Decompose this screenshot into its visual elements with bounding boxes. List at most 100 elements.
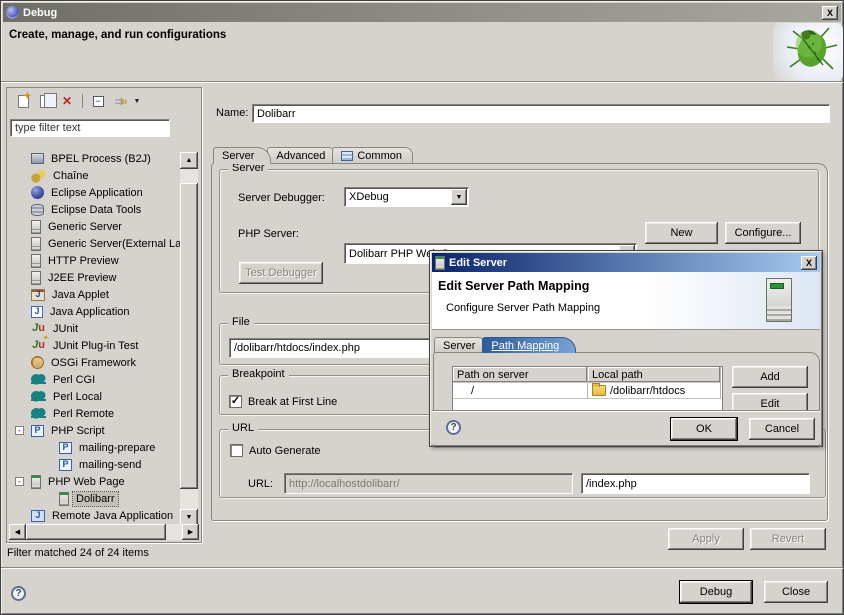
url-path-input[interactable]: /index.php: [581, 473, 810, 494]
tree-item-j2ee-preview[interactable]: J2EE Preview: [8, 269, 180, 286]
tree-item-label: Perl Remote: [50, 407, 117, 421]
edit-server-subheading: Configure Server Path Mapping: [446, 302, 600, 314]
chevron-down-icon[interactable]: ▼: [451, 189, 467, 205]
php-web-page-icon: [59, 492, 69, 506]
delete-configuration-icon[interactable]: ✕: [57, 92, 77, 110]
tree-item-junit[interactable]: JuJUnit: [8, 320, 180, 337]
tree-item-remote-java-application[interactable]: JRemote Java Application: [8, 507, 180, 524]
tree-horizontal-scrollbar[interactable]: ◀ ▶: [9, 524, 199, 540]
tree-item-label: Dolibarr: [73, 492, 118, 506]
php-file-icon: P: [59, 459, 72, 471]
tree-item-eclipse-application[interactable]: Eclipse Application: [8, 184, 180, 201]
server-debugger-label: Server Debugger:: [238, 192, 325, 204]
edit-server-tabs: Server Path Mapping: [434, 335, 572, 353]
url-base-input[interactable]: http://localhostdolibarr/: [284, 473, 573, 494]
tree-item-osgi-framework[interactable]: OSGi Framework: [8, 354, 180, 371]
tree-item-http-preview[interactable]: HTTP Preview: [8, 252, 180, 269]
sidebar-toolbar: ✦ ✕ − ⇉» ▼: [9, 90, 199, 112]
eclipse-application-icon: [31, 186, 44, 199]
edit-server-titlebar[interactable]: Edit Server X: [432, 253, 820, 272]
column-header-path-on-server[interactable]: Path on server: [453, 367, 588, 383]
tree-item-label: OSGi Framework: [48, 356, 139, 370]
tree-item-mailing-send[interactable]: Pmailing-send: [8, 456, 180, 473]
tree-item-cha-ne[interactable]: Chaîne: [8, 167, 180, 184]
tree-item-eclipse-data-tools[interactable]: Eclipse Data Tools: [8, 201, 180, 218]
new-configuration-icon[interactable]: ✦: [13, 92, 33, 110]
mapping-row[interactable]: //dolibarr/htdocs: [453, 383, 722, 399]
bpel-process-icon: [31, 153, 44, 164]
tree-item-perl-remote[interactable]: Perl Remote: [8, 405, 180, 422]
toolbar-menu-chevron-icon[interactable]: ▼: [132, 92, 142, 110]
tree-item-generic-server[interactable]: Generic Server: [8, 218, 180, 235]
tree-item-dolibarr[interactable]: Dolibarr: [8, 490, 180, 507]
auto-generate-checkbox[interactable]: [230, 444, 243, 457]
add-mapping-button[interactable]: Add: [732, 366, 808, 388]
debug-button[interactable]: Debug: [680, 581, 752, 603]
php-web-page-icon: [31, 475, 41, 489]
server-debugger-select[interactable]: XDebug ▼: [344, 187, 469, 207]
tree-item-generic-server-external-la[interactable]: Generic Server(External La: [8, 235, 180, 252]
tree-item-junit-plug-in-test[interactable]: JuJUnit Plug-in Test: [8, 337, 180, 354]
vertical-scroll-thumb[interactable]: [180, 183, 198, 489]
server-icon: [31, 254, 41, 268]
scroll-right-icon[interactable]: ▶: [182, 524, 199, 540]
horizontal-scroll-thumb[interactable]: [26, 524, 166, 540]
tree-item-bpel-process-b2j-[interactable]: BPEL Process (B2J): [8, 150, 180, 167]
window-titlebar[interactable]: Debug X: [3, 3, 841, 22]
tab-common[interactable]: Common: [332, 147, 413, 164]
configure-server-button[interactable]: Configure...: [725, 222, 801, 244]
break-first-line-checkbox[interactable]: ✓: [229, 395, 242, 408]
duplicate-configuration-icon[interactable]: [35, 92, 55, 110]
url-group-title: URL: [228, 422, 258, 434]
column-header-local-path[interactable]: Local path: [588, 367, 721, 383]
tab-server-settings[interactable]: Server: [434, 337, 486, 353]
filter-input[interactable]: type filter text: [10, 119, 170, 137]
tree-item-java-application[interactable]: J Java Application: [8, 303, 180, 320]
remote-java-icon: J: [31, 510, 45, 522]
apply-button[interactable]: Apply: [668, 528, 744, 550]
tree-item-label: HTTP Preview: [45, 254, 122, 268]
ok-button[interactable]: OK: [671, 418, 737, 440]
tree-item-label: Generic Server(External La: [45, 237, 180, 251]
tab-path-mapping-label: Path Mapping: [491, 340, 559, 352]
header-separator: [1, 81, 844, 83]
server-debugger-value: XDebug: [349, 191, 389, 203]
file-group-title: File: [228, 316, 254, 328]
tab-path-mapping[interactable]: Path Mapping: [482, 337, 576, 353]
collapse-expander-icon[interactable]: -: [15, 426, 24, 435]
tree-item-perl-cgi[interactable]: Perl CGI: [8, 371, 180, 388]
tree-item-perl-local[interactable]: Perl Local: [8, 388, 180, 405]
tree-vertical-scrollbar[interactable]: ▲ ▼: [180, 152, 198, 526]
tree-item-label: mailing-send: [76, 458, 144, 472]
toolbar-separator: [82, 94, 83, 108]
tree-item-mailing-prepare[interactable]: Pmailing-prepare: [8, 439, 180, 456]
server-icon: [31, 271, 41, 285]
test-debugger-button[interactable]: Test Debugger: [239, 262, 323, 284]
close-button[interactable]: Close: [764, 581, 828, 603]
scroll-left-icon[interactable]: ◀: [9, 524, 26, 540]
help-icon[interactable]: ?: [446, 420, 461, 435]
collapse-all-icon[interactable]: −: [88, 92, 108, 110]
tab-advanced[interactable]: Advanced: [267, 147, 336, 164]
help-icon[interactable]: ?: [11, 586, 26, 601]
tree-item-php-web-page[interactable]: -PHP Web Page: [8, 473, 180, 490]
php-server-label: PHP Server:: [238, 228, 299, 240]
tree-item-label: Java Application: [47, 305, 133, 319]
edit-server-close-button[interactable]: X: [801, 256, 817, 270]
name-input[interactable]: Dolibarr: [252, 104, 830, 123]
tree-item-php-script[interactable]: -PPHP Script: [8, 422, 180, 439]
revert-button[interactable]: Revert: [750, 528, 826, 550]
tree-item-java-applet[interactable]: JJava Applet: [8, 286, 180, 303]
perl-icon: [31, 407, 46, 421]
window-close-button[interactable]: X: [822, 6, 838, 20]
edit-server-dialog: Edit Server X Edit Server Path Mapping C…: [429, 250, 823, 447]
common-tab-icon: [341, 151, 353, 161]
collapse-expander-icon[interactable]: -: [15, 477, 24, 486]
tab-server[interactable]: Server: [213, 147, 271, 164]
java-application-icon: J: [31, 306, 43, 318]
new-server-button[interactable]: New: [645, 222, 718, 244]
scroll-up-icon[interactable]: ▲: [180, 152, 198, 169]
cancel-button[interactable]: Cancel: [749, 418, 815, 440]
tree-item-label: Perl Local: [50, 390, 105, 404]
filter-launch-icon[interactable]: ⇉»: [110, 92, 130, 110]
